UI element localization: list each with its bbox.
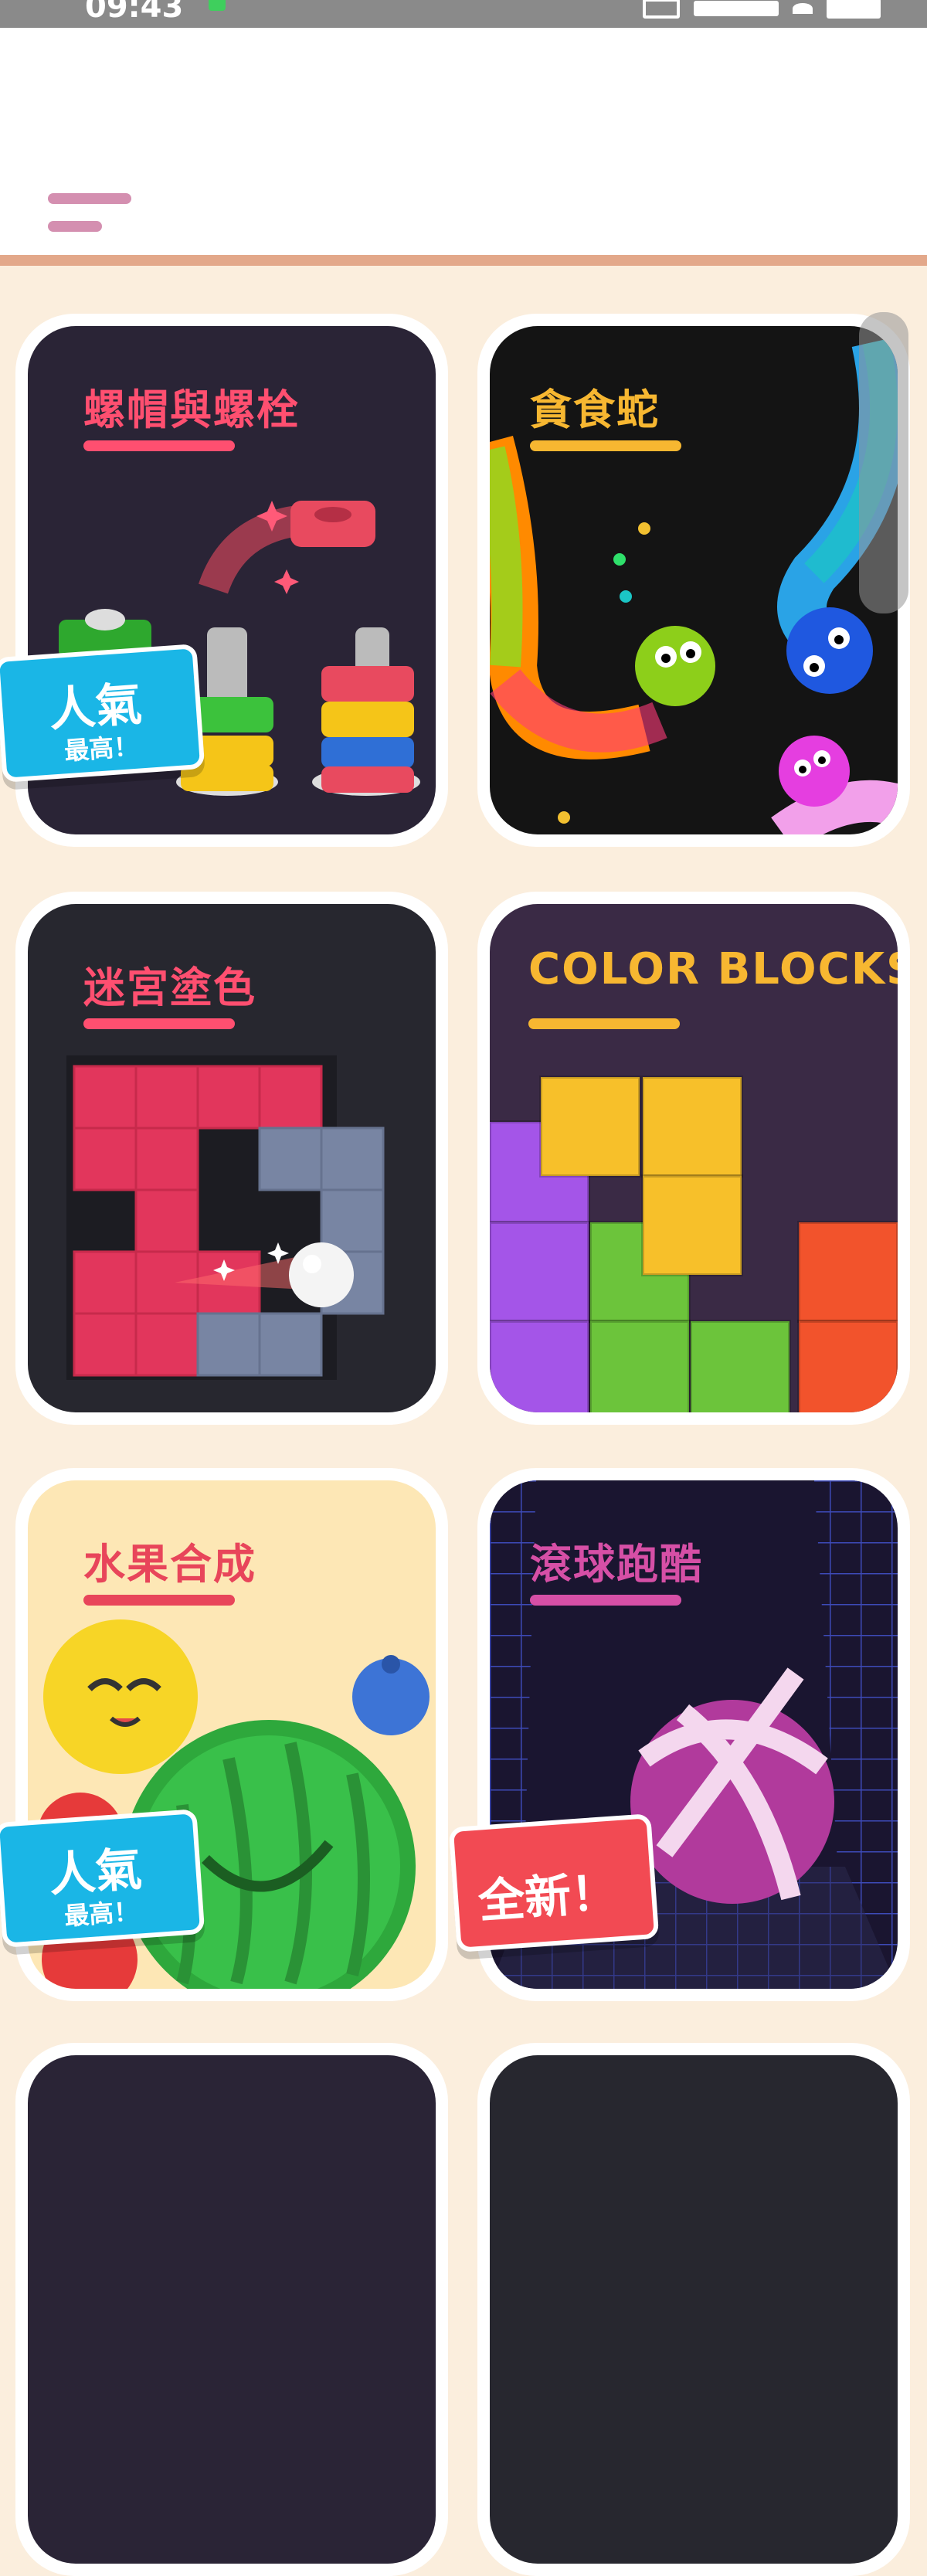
game-card-art: 貪食蛇 — [490, 326, 898, 834]
popular-badge: 人氣 最高！ — [0, 644, 205, 783]
signal-icon — [694, 1, 779, 16]
status-time: 09:43 — [85, 0, 184, 25]
game-card-fruit-merge[interactable]: 水果合成 人氣 最高！ — [0, 1468, 448, 2001]
menu-icon — [48, 193, 131, 204]
status-bar: 09:43 — [0, 0, 927, 28]
badge-line2: 最高！ — [63, 1896, 140, 1932]
battery-icon — [827, 0, 881, 19]
game-grid: 螺帽與螺栓 人氣 最高！ 貪食蛇 迷宮塗色 COLOR BLOCKS 水果合成 … — [0, 266, 927, 2576]
game-card-art — [28, 2055, 436, 2564]
badge-line2: 最高！ — [63, 731, 140, 766]
color-blocks-illustration — [490, 1076, 898, 1412]
new-badge: 全新！ — [448, 1813, 660, 1952]
snake-illustration — [490, 336, 898, 834]
game-card-art: COLOR BLOCKS — [490, 904, 898, 1412]
menu-icon-line — [48, 221, 102, 232]
maze-illustration — [66, 1055, 385, 1380]
popular-badge: 人氣 最高！ — [0, 1809, 205, 1948]
game-card-maze-paint[interactable]: 迷宮塗色 — [15, 892, 448, 1425]
cast-icon — [643, 0, 680, 19]
game-card-snake[interactable]: 貪食蛇 — [477, 314, 910, 847]
notification-icon — [209, 0, 226, 11]
scrollbar-thumb[interactable] — [859, 312, 908, 613]
status-icons — [643, 0, 881, 22]
game-card-nuts-bolts[interactable]: 螺帽與螺栓 人氣 最高！ — [0, 314, 448, 847]
game-card-partial[interactable] — [477, 2043, 910, 2576]
game-card-color-blocks[interactable]: COLOR BLOCKS — [477, 892, 910, 1425]
menu-button[interactable] — [45, 159, 138, 236]
game-card-art: 迷宮塗色 — [28, 904, 436, 1412]
header-divider — [0, 255, 927, 266]
game-card-art — [490, 2055, 898, 2564]
wifi-icon — [793, 3, 813, 14]
badge-line1: 全新！ — [477, 1865, 620, 1929]
game-card-partial[interactable] — [15, 2043, 448, 2576]
app-header — [0, 28, 927, 255]
game-card-ball-run[interactable]: 滾球跑酷 全新！ — [448, 1468, 910, 2001]
